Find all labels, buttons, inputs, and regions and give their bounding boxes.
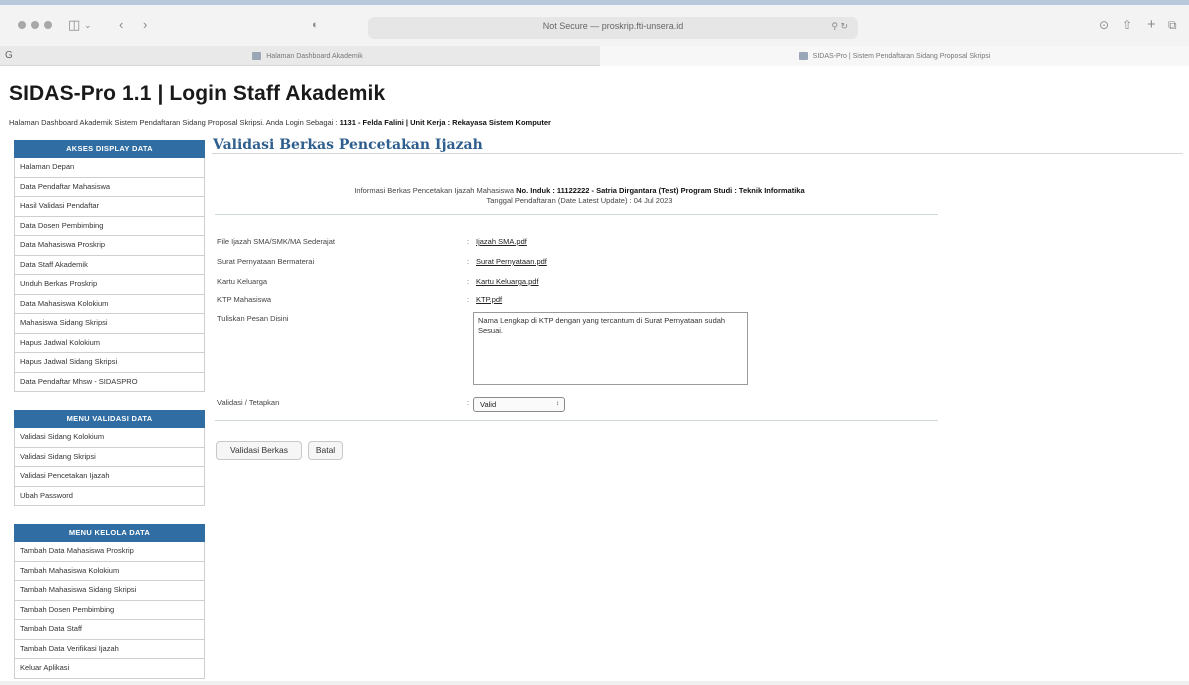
download-icon[interactable]: ⊙ (1099, 15, 1109, 35)
sidebar-item-hapus-kolokium[interactable]: Hapus Jadwal Kolokium (14, 333, 205, 353)
tab-label: SIDAS-Pro | Sistem Pendaftaran Sidang Pr… (812, 52, 991, 60)
login-info: Halaman Dashboard Akademik Sistem Pendaf… (9, 118, 551, 127)
new-tab-icon[interactable]: + (1147, 15, 1156, 35)
form-divider (215, 420, 938, 421)
file-surat-link[interactable]: Surat Pernyataan.pdf (476, 257, 547, 266)
url-text: Not Secure — proskrip.fti-unsera.id (542, 21, 684, 31)
close-dot-icon[interactable] (18, 21, 26, 29)
sidebar-item-sidang-skripsi[interactable]: Mahasiswa Sidang Skripsi (14, 314, 205, 334)
tab-favicon-icon (798, 52, 808, 60)
sidebar-item-tambah-dosen[interactable]: Tambah Dosen Pembimbing (14, 600, 205, 620)
berkas-info-student: No. Induk : 11122222 - Satria Dirgantara… (516, 186, 805, 195)
berkas-info: Informasi Berkas Pencetakan Ijazah Mahas… (213, 186, 946, 206)
sidebar-heading: AKSES DISPLAY DATA (14, 140, 205, 158)
sidebar-item-data-pendaftar[interactable]: Data Pendaftar Mahasiswa (14, 177, 205, 197)
sidebar-item-tambah-sidang[interactable]: Tambah Mahasiswa Sidang Skripsi (14, 581, 205, 601)
title-divider (212, 153, 1183, 154)
message-textarea[interactable]: Nama Lengkap di KTP dengan yang tercantu… (473, 312, 748, 385)
batal-button[interactable]: Batal (308, 441, 343, 460)
sidebar-item-hasil-validasi[interactable]: Hasil Validasi Pendaftar (14, 197, 205, 217)
validasi-label: Validasi / Tetapkan (217, 398, 280, 407)
share-icon[interactable]: ⇧ (1122, 15, 1132, 35)
sidebar-item-staff-akademik[interactable]: Data Staff Akademik (14, 255, 205, 275)
browser-toolbar: ◫ ⌄ ‹ › ◐ Not Secure — proskrip.fti-unse… (0, 5, 1189, 46)
page-bottom-edge (0, 681, 1189, 685)
reload-icon[interactable]: ⚲ ↻ (831, 21, 848, 32)
sidebar-item-pendaftar-sidaspro[interactable]: Data Pendaftar Mhsw - SIDASPRO (14, 372, 205, 392)
back-icon[interactable]: ‹ (119, 15, 123, 35)
tab-label: Halaman Dashboard Akademik (266, 52, 363, 60)
sidebar-item-hapus-skripsi[interactable]: Hapus Jadwal Sidang Skripsi (14, 353, 205, 373)
sidebar: AKSES DISPLAY DATA Halaman Depan Data Pe… (14, 140, 205, 679)
file-ktp-link[interactable]: KTP.pdf (476, 295, 502, 304)
sidebar-item-validasi-ijazah[interactable]: Validasi Pencetakan Ijazah (14, 467, 205, 487)
address-bar[interactable]: Not Secure — proskrip.fti-unsera.id ⚲ ↻ (368, 17, 858, 39)
login-info-user: 1131 - Felda Falini | Unit Kerja : Rekay… (339, 118, 551, 127)
sidebar-heading: MENU KELOLA DATA (14, 524, 205, 542)
field-separator: : (467, 237, 470, 246)
tab-favicon-icon (252, 52, 262, 60)
validasi-berkas-button[interactable]: Validasi Berkas (216, 441, 302, 460)
sidebar-item-mahasiswa-kolokium[interactable]: Data Mahasiswa Kolokium (14, 294, 205, 314)
file-kk-link[interactable]: Kartu Keluarga.pdf (476, 277, 539, 286)
berkas-info-date: Tanggal Pendaftaran (Date Latest Update)… (486, 196, 673, 205)
forward-icon[interactable]: › (143, 15, 147, 35)
file-kk-label: Kartu Keluarga (217, 277, 268, 286)
zoom-dot-icon[interactable] (44, 21, 52, 29)
sidebar-item-tambah-staff[interactable]: Tambah Data Staff (14, 620, 205, 640)
sidebar-item-tambah-kolokium[interactable]: Tambah Mahasiswa Kolokium (14, 561, 205, 581)
field-separator: : (467, 277, 470, 286)
field-separator: : (467, 398, 470, 407)
window-controls[interactable] (18, 21, 52, 29)
page-title: SIDAS-Pro 1.1 | Login Staff Akademik (9, 82, 386, 105)
sidebar-item-tambah-proskrip[interactable]: Tambah Data Mahasiswa Proskrip (14, 542, 205, 562)
tab-group-label[interactable]: G (5, 50, 13, 61)
form-divider (215, 214, 938, 215)
sidebar-heading: MENU VALIDASI DATA (14, 410, 205, 428)
validasi-selected-value: Valid (480, 400, 497, 409)
sidebar-item-unduh-berkas[interactable]: Unduh Berkas Proskrip (14, 275, 205, 295)
field-separator: : (467, 257, 470, 266)
chevron-down-icon[interactable]: ⌄ (84, 15, 92, 35)
file-ijazah-label: File Ijazah SMA/SMK/MA Sederajat (217, 237, 335, 246)
sidebar-toggle-icon[interactable]: ◫ (68, 15, 80, 35)
message-label: Tuliskan Pesan Disini (217, 314, 289, 323)
sidebar-item-validasi-skripsi[interactable]: Validasi Sidang Skripsi (14, 447, 205, 467)
tab-overview-icon[interactable]: ⧉ (1168, 15, 1177, 35)
field-separator: : (467, 295, 470, 304)
berkas-info-prefix: Informasi Berkas Pencetakan Ijazah Mahas… (354, 186, 517, 195)
sidebar-item-ubah-password[interactable]: Ubah Password (14, 486, 205, 506)
tab-sidaspro[interactable]: SIDAS-Pro | Sistem Pendaftaran Sidang Pr… (600, 46, 1189, 66)
sidebar-item-tambah-verifikasi[interactable]: Tambah Data Verifikasi Ijazah (14, 639, 205, 659)
sidebar-item-mahasiswa-proskrip[interactable]: Data Mahasiswa Proskrip (14, 236, 205, 256)
minimize-dot-icon[interactable] (31, 21, 39, 29)
file-surat-label: Surat Pernyataan Bermaterai (217, 257, 315, 266)
sidebar-item-dosen-pembimbing[interactable]: Data Dosen Pembimbing (14, 216, 205, 236)
section-title: Validasi Berkas Pencetakan Ijazah (213, 137, 483, 153)
sidebar-item-keluar[interactable]: Keluar Aplikasi (14, 659, 205, 679)
privacy-shield-icon[interactable]: ◐ (312, 15, 319, 35)
file-ijazah-link[interactable]: Ijazah SMA.pdf (476, 237, 527, 246)
sidebar-item-validasi-kolokium[interactable]: Validasi Sidang Kolokium (14, 428, 205, 448)
login-info-prefix: Halaman Dashboard Akademik Sistem Pendaf… (9, 118, 340, 127)
tab-bar: G Halaman Dashboard Akademik SIDAS-Pro |… (0, 46, 1189, 66)
file-ktp-label: KTP Mahasiswa (217, 295, 272, 304)
validasi-select[interactable]: Valid ↕ (473, 397, 565, 412)
tab-dashboard[interactable]: Halaman Dashboard Akademik (20, 46, 595, 66)
select-arrows-icon: ↕ (556, 401, 559, 407)
sidebar-item-halaman-depan[interactable]: Halaman Depan (14, 158, 205, 178)
